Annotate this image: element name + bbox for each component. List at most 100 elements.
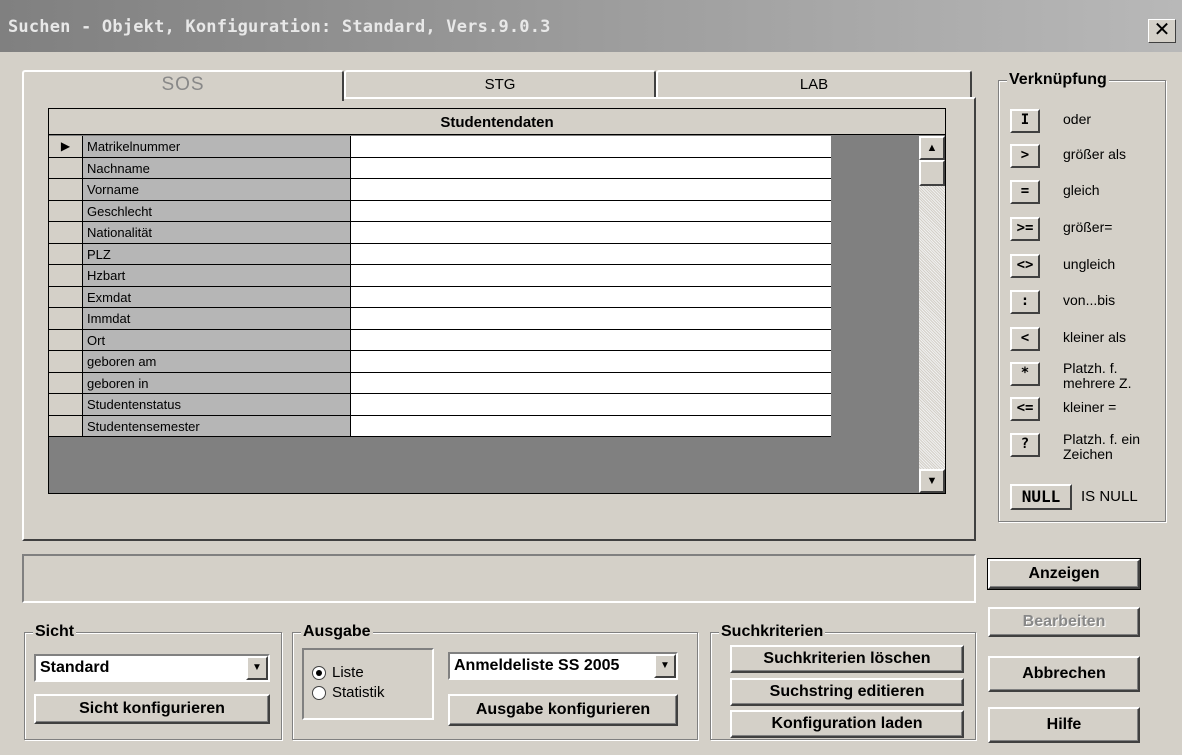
operator-label: Platzh. f. mehrere Z. bbox=[1063, 360, 1132, 391]
grid-row[interactable]: geboren in bbox=[49, 372, 919, 394]
row-value-input[interactable] bbox=[351, 372, 831, 394]
row-value-input[interactable] bbox=[351, 351, 831, 373]
vertical-scrollbar[interactable]: ▲ ▼ bbox=[919, 136, 945, 493]
grid-row[interactable]: ▶ Matrikelnummer bbox=[49, 136, 919, 158]
row-indicator[interactable] bbox=[49, 286, 83, 308]
grid-row[interactable]: Studentenstatus bbox=[49, 394, 919, 416]
ausgabe-select[interactable]: Anmeldeliste SS 2005 ▼ bbox=[448, 652, 678, 680]
bearbeiten-button[interactable]: Bearbeiten bbox=[988, 607, 1140, 637]
row-label: Vorname bbox=[83, 179, 351, 201]
operator-label: ungleich bbox=[1063, 256, 1116, 272]
row-indicator[interactable] bbox=[49, 308, 83, 330]
row-indicator[interactable] bbox=[49, 415, 83, 437]
row-indicator[interactable] bbox=[49, 179, 83, 201]
row-label: Immdat bbox=[83, 308, 351, 330]
operator-label: größer als bbox=[1063, 146, 1127, 162]
sicht-select[interactable]: Standard ▼ bbox=[34, 654, 270, 682]
chevron-down-icon[interactable]: ▼ bbox=[246, 656, 268, 680]
abbrechen-button[interactable]: Abbrechen bbox=[988, 656, 1140, 692]
scroll-down-button[interactable]: ▼ bbox=[919, 469, 945, 493]
scroll-thumb[interactable] bbox=[919, 160, 945, 186]
konfiguration-laden-button[interactable]: Konfiguration laden bbox=[730, 710, 964, 738]
row-indicator[interactable] bbox=[49, 394, 83, 416]
row-label: Hzbart bbox=[83, 265, 351, 287]
operator-button[interactable]: <> bbox=[1010, 254, 1040, 278]
grid-row[interactable]: Geschlecht bbox=[49, 200, 919, 222]
grid-row[interactable]: PLZ bbox=[49, 243, 919, 265]
radio-dot-statistik[interactable] bbox=[312, 685, 326, 700]
suchkriterien-legend: Suchkriterien bbox=[719, 623, 826, 641]
radio-dot-liste[interactable] bbox=[312, 665, 326, 680]
anzeigen-button[interactable]: Anzeigen bbox=[987, 558, 1141, 590]
title-bar: Suchen - Objekt, Konfiguration: Standard… bbox=[0, 0, 1182, 52]
row-indicator[interactable] bbox=[49, 372, 83, 394]
grid-row[interactable]: Hzbart bbox=[49, 265, 919, 287]
row-indicator[interactable] bbox=[49, 200, 83, 222]
row-indicator[interactable] bbox=[49, 222, 83, 244]
row-value-input[interactable] bbox=[351, 415, 831, 437]
row-indicator[interactable] bbox=[49, 157, 83, 179]
grid-row[interactable]: Nachname bbox=[49, 157, 919, 179]
radio-liste[interactable]: Liste bbox=[312, 664, 364, 681]
row-label: Studentensemester bbox=[83, 415, 351, 437]
operator-button[interactable]: ? bbox=[1010, 433, 1040, 457]
row-label: geboren in bbox=[83, 372, 351, 394]
sicht-selected: Standard bbox=[40, 659, 110, 676]
row-value-input[interactable] bbox=[351, 308, 831, 330]
grid-header: Studentendaten bbox=[49, 109, 945, 135]
operator-button[interactable]: I bbox=[1010, 109, 1040, 133]
tab-stg[interactable]: STG bbox=[344, 70, 656, 99]
operator-label: von...bis bbox=[1063, 292, 1116, 308]
row-label: Studentenstatus bbox=[83, 394, 351, 416]
operator-button[interactable]: < bbox=[1010, 327, 1040, 351]
tab-sos[interactable]: SOS bbox=[22, 70, 344, 101]
operator-label: Platzh. f. ein Zeichen bbox=[1063, 431, 1141, 462]
window-title: Suchen - Objekt, Konfiguration: Standard… bbox=[8, 17, 551, 37]
operator-button[interactable]: <= bbox=[1010, 397, 1040, 421]
row-indicator[interactable] bbox=[49, 243, 83, 265]
grid-row[interactable]: geboren am bbox=[49, 351, 919, 373]
chevron-down-icon[interactable]: ▼ bbox=[654, 654, 676, 678]
suchstring-editieren-button[interactable]: Suchstring editieren bbox=[730, 678, 964, 706]
close-button[interactable]: ✕ bbox=[1148, 19, 1176, 43]
operator-button[interactable]: > bbox=[1010, 144, 1040, 168]
ausgabe-konfigurieren-button[interactable]: Ausgabe konfigurieren bbox=[448, 694, 678, 726]
operator-button[interactable]: * bbox=[1010, 362, 1040, 386]
row-indicator[interactable] bbox=[49, 265, 83, 287]
row-value-input[interactable] bbox=[351, 222, 831, 244]
suchkriterien-loeschen-button[interactable]: Suchkriterien löschen bbox=[730, 645, 964, 673]
grid-row[interactable]: Immdat bbox=[49, 308, 919, 330]
operator-button[interactable]: >= bbox=[1010, 217, 1040, 241]
operator-label: kleiner als bbox=[1063, 329, 1127, 345]
row-indicator[interactable] bbox=[49, 329, 83, 351]
row-value-input[interactable] bbox=[351, 179, 831, 201]
grid-row[interactable]: Exmdat bbox=[49, 286, 919, 308]
tab-lab[interactable]: LAB bbox=[656, 70, 972, 99]
hilfe-button[interactable]: Hilfe bbox=[988, 707, 1140, 743]
row-value-input[interactable] bbox=[351, 243, 831, 265]
scroll-up-button[interactable]: ▲ bbox=[919, 136, 945, 160]
operator-button[interactable]: : bbox=[1010, 290, 1040, 314]
row-value-input[interactable] bbox=[351, 329, 831, 351]
verknuepfung-legend: Verknüpfung bbox=[1007, 71, 1109, 89]
null-button[interactable]: NULL bbox=[1010, 484, 1072, 510]
grid-row[interactable]: Nationalität bbox=[49, 222, 919, 244]
operator-button[interactable]: = bbox=[1010, 180, 1040, 204]
grid-row[interactable]: Vorname bbox=[49, 179, 919, 201]
grid-row[interactable]: Studentensemester bbox=[49, 415, 919, 437]
sicht-konfigurieren-button[interactable]: Sicht konfigurieren bbox=[34, 694, 270, 724]
row-indicator[interactable] bbox=[49, 351, 83, 373]
row-indicator[interactable]: ▶ bbox=[49, 136, 83, 158]
row-value-input[interactable] bbox=[351, 394, 831, 416]
radio-statistik[interactable]: Statistik bbox=[312, 684, 385, 701]
row-value-input[interactable] bbox=[351, 286, 831, 308]
row-value-input[interactable] bbox=[351, 200, 831, 222]
grid-row[interactable]: Ort bbox=[49, 329, 919, 351]
row-label: Geschlecht bbox=[83, 200, 351, 222]
row-label: geboren am bbox=[83, 351, 351, 373]
row-value-input[interactable] bbox=[351, 157, 831, 179]
row-value-input[interactable] bbox=[351, 265, 831, 287]
radio-liste-label: Liste bbox=[332, 664, 364, 681]
row-value-input[interactable] bbox=[351, 136, 831, 158]
operator-label: gleich bbox=[1063, 182, 1100, 198]
